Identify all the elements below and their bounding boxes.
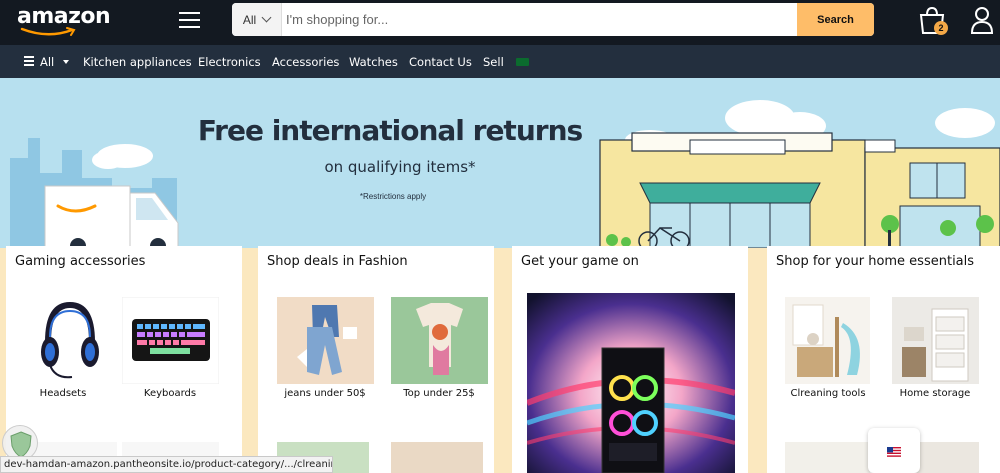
headset-image[interactable] [20,297,117,384]
nav-all-menu[interactable]: All [24,55,70,69]
card-title[interactable]: Shop for your home essentials [776,254,974,269]
storage-image[interactable] [892,297,979,384]
us-flag-icon [887,447,901,457]
search-input[interactable] [284,3,796,36]
card-fashion-deals: Shop deals in Fashion jeans under 50$ To… [258,246,494,473]
cleaning-tools-image[interactable] [785,297,870,384]
card-title[interactable]: Get your game on [521,254,639,269]
nav-item-contact-us[interactable]: Contact Us [409,55,472,69]
amazon-smile-icon [20,27,76,36]
menu-icon [24,56,34,68]
tile-caption-keyboards[interactable]: Keyboards [110,388,230,399]
nav-item-kitchen-appliances[interactable]: Kitchen appliances [83,55,192,69]
gaming-pc-image[interactable] [527,293,735,473]
browser-status-bar: dev-hamdan-amazon.pantheonsite.io/produc… [0,456,333,473]
hero-restrictions-note: *Restrictions apply [359,192,427,201]
chevron-down-icon [261,12,272,23]
top-image[interactable] [391,297,488,384]
card-gaming-accessories: Gaming accessories Headsets Keyboards [6,246,242,473]
tile-caption-jeans[interactable]: jeans under 50$ [265,388,385,399]
keyboard-image[interactable] [122,297,219,384]
user-account-icon[interactable] [970,6,994,34]
hero-title: Free international returns [197,114,583,147]
amazon-logo[interactable]: amazon [17,4,111,29]
tile-caption-headsets[interactable]: Headsets [3,388,123,399]
hero-subtitle: on qualifying items* [324,158,476,176]
nav-item-sell[interactable]: Sell [483,55,504,69]
nav-item-electronics[interactable]: Electronics [198,55,261,69]
hero-banner[interactable]: Free international returns on qualifying… [0,78,1000,248]
tile-caption-home-storage[interactable]: Home storage [875,388,995,399]
next-row-tile[interactable] [391,442,483,473]
search-category-select[interactable]: All [232,3,282,36]
nav-item-watches[interactable]: Watches [349,55,398,69]
tile-caption-tops[interactable]: Top under 25$ [379,388,499,399]
search-button[interactable]: Search [797,3,874,36]
nav-item-accessories[interactable]: Accessories [272,55,339,69]
card-gaming-pc: Get your game on [512,246,748,473]
nav-all-label: All [40,55,55,69]
flag-icon[interactable] [516,58,529,66]
caret-down-icon [63,60,70,64]
card-title[interactable]: Shop deals in Fashion [267,254,408,269]
jeans-image[interactable] [277,297,374,384]
hamburger-menu-icon[interactable] [179,12,200,28]
cart-count-badge: 2 [934,21,948,35]
language-selector[interactable] [868,428,920,473]
search-category-label: All [242,12,257,27]
next-row-tile[interactable] [785,442,870,473]
search-bar: All Search [232,3,874,36]
card-title[interactable]: Gaming accessories [15,254,145,269]
top-header: amazon All Search 2 [0,0,1000,45]
category-nav: All Kitchen appliances Electronics Acces… [0,45,1000,78]
tile-caption-cleaning-tools[interactable]: Clreaning tools [768,388,888,399]
